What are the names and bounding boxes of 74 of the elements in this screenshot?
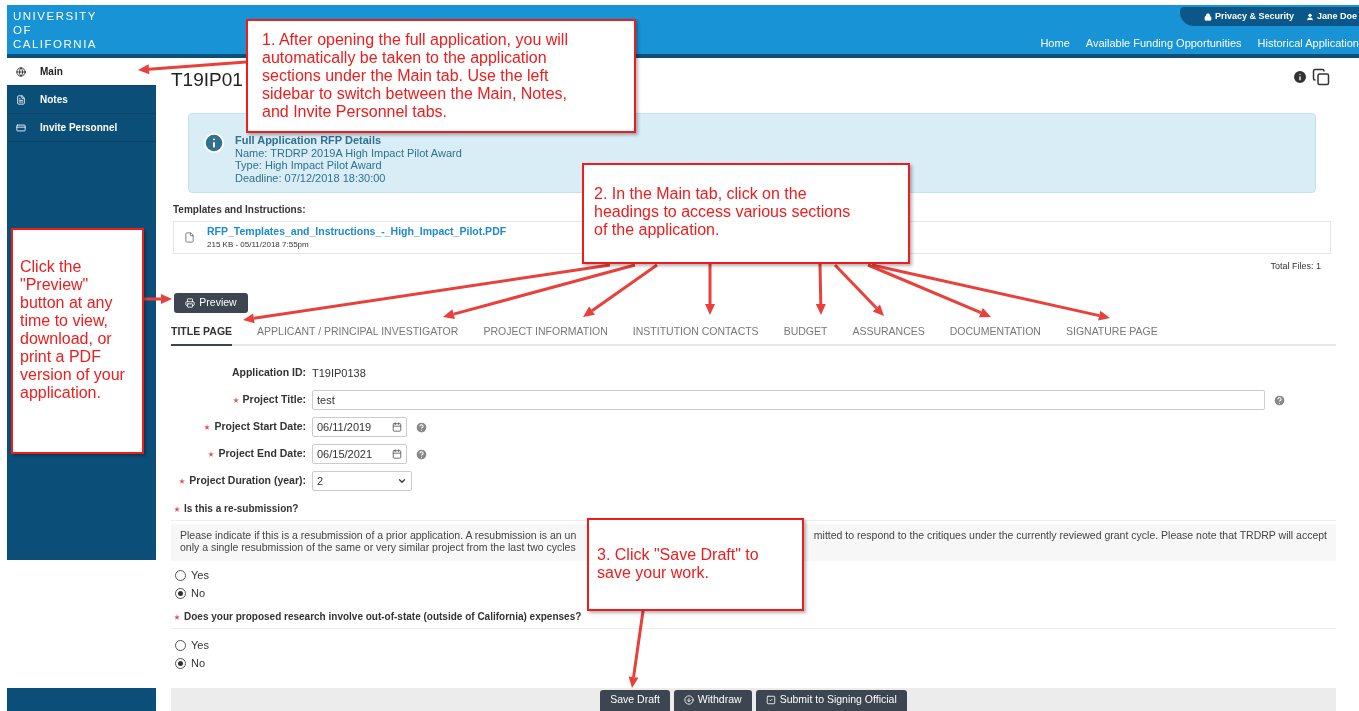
radio-label: No: [191, 586, 206, 602]
callout: 2. In the Main tab, click on the headings to access various sections of the application.: [582, 163, 910, 264]
select-field[interactable]: 2: [312, 471, 412, 491]
file-meta: 215 KB - 05/11/2018 7:55pm: [207, 239, 310, 252]
date-field[interactable]: 06/11/2019: [312, 417, 407, 437]
preview-button[interactable]: Preview: [174, 292, 248, 313]
note-text: only a single resubmission of the same or very similar project from the last two cycles: [180, 540, 576, 553]
field-label: Project Title:: [242, 392, 306, 408]
question-label: Is this a re-submission?: [184, 502, 299, 516]
field-label: Application ID:: [231, 365, 306, 381]
info-icon: [203, 132, 225, 154]
copy-icon[interactable]: [1312, 68, 1330, 86]
action-button[interactable]: Save Draft: [600, 689, 670, 711]
alert-text: Type: High Impact Pilot Award: [235, 159, 383, 172]
radio-label: Yes: [191, 638, 209, 654]
printer-icon: [185, 297, 196, 308]
section-tab[interactable]: SIGNATURE PAGE: [1065, 320, 1158, 346]
input-field[interactable]: test: [312, 390, 1265, 410]
section-label: Templates and Instructions:: [173, 203, 306, 217]
lock-icon: [1203, 12, 1212, 21]
caret-icon: [397, 476, 407, 486]
action-button[interactable]: Withdraw: [673, 689, 752, 711]
arrow: [705, 264, 715, 315]
user-icon: [1305, 12, 1314, 21]
info-icon[interactable]: [1292, 69, 1308, 85]
arrow: [143, 294, 172, 304]
alert-text: Deadline: 07/12/2018 18:30:00: [235, 171, 387, 184]
document-icon: [16, 94, 26, 105]
note-text: mitted to respond to the critiques under the currently reviewed grant cycle. Please note that TRDRP will accept: [813, 528, 1327, 541]
help-icon[interactable]: [415, 420, 428, 434]
file-icon: [184, 232, 195, 243]
callout: Click the "Preview" button at any time to view, download, or print a PDF version of your application.: [11, 228, 144, 454]
section-tab[interactable]: TITLE PAGE: [171, 320, 233, 346]
download-icon: [683, 695, 694, 705]
section-tab[interactable]: DOCUMENTATION: [949, 320, 1041, 346]
calendar-icon: [392, 422, 402, 432]
date-field[interactable]: 06/15/2021: [312, 444, 407, 464]
alert-heading: Full Application RFP Details: [235, 134, 383, 147]
radio-label: Yes: [191, 568, 209, 584]
section-tab[interactable]: INSTITUTION CONTACTS: [632, 320, 759, 346]
help-icon[interactable]: [1273, 393, 1286, 407]
total-files: Total Files: 1: [1270, 260, 1321, 273]
globe-icon: [16, 66, 26, 77]
field-value: T19IP0138: [312, 365, 366, 381]
action-button[interactable]: Submit to Signing Official: [755, 689, 907, 711]
note-text: Please indicate if this is a resubmission of a prior application. A resubmission is an un: [180, 528, 577, 541]
radio-button[interactable]: [175, 588, 186, 599]
section-tab[interactable]: ASSURANCES: [852, 320, 925, 346]
radio-button[interactable]: [175, 570, 186, 581]
alert-text: Name: TRDRP 2019A High Impact Pilot Award: [235, 146, 462, 159]
utility-link[interactable]: Jane Doe: [1305, 9, 1357, 24]
sidebar-item[interactable]: Invite Personnel: [7, 114, 156, 142]
file-link[interactable]: RFP_Templates_and_Instructions_-_High_Impact_Pilot.PDF: [207, 223, 507, 240]
radio-button[interactable]: [175, 640, 186, 651]
field-label: Project Duration (year):: [189, 473, 306, 489]
callout: 3. Click "Save Draft" to save your work.: [587, 518, 804, 611]
utility-link[interactable]: Privacy & Security: [1203, 9, 1294, 24]
checkbox-icon: [765, 695, 776, 705]
calendar-icon: [392, 449, 402, 459]
sidebar-item[interactable]: Notes: [7, 86, 156, 114]
radio-button[interactable]: [175, 658, 186, 669]
section-tab[interactable]: APPLICANT / PRINCIPAL INVESTIGATOR: [257, 320, 459, 346]
question-label: Does your proposed research involve out-of-state (outside of California) expenses?: [184, 610, 582, 624]
page-title: T19IP01: [171, 70, 243, 90]
help-icon[interactable]: [415, 447, 428, 461]
sidebar-item[interactable]: Main: [7, 58, 156, 86]
callout: 1. After opening the full application, you will automatically be taken to the application sections under the Main tab. Use the left sidebar to switch between the Main, Notes, and Invite Personnel tabs.: [246, 19, 636, 133]
field-label: Project End Date:: [218, 446, 306, 462]
field-label: Project Start Date:: [214, 419, 306, 435]
arrow: [815, 263, 826, 315]
section-tab[interactable]: PROJECT INFORMATION: [483, 320, 608, 346]
card-icon: [16, 122, 26, 133]
section-tab[interactable]: BUDGET: [783, 320, 828, 346]
radio-label: No: [191, 656, 206, 672]
